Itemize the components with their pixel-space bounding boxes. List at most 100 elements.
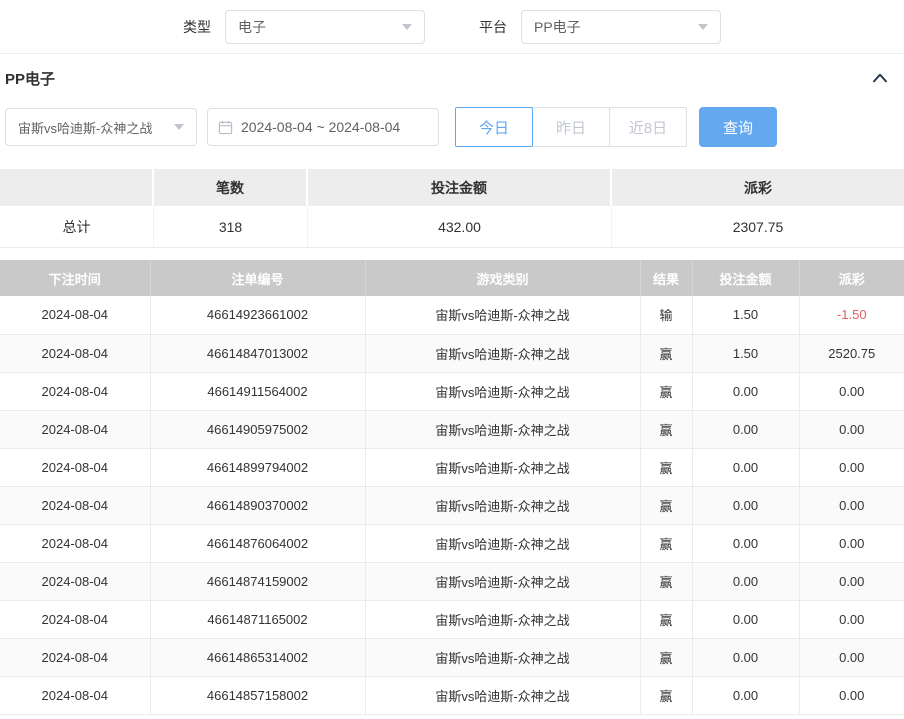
date-range-input[interactable]: 2024-08-04 ~ 2024-08-04 [207,108,439,146]
header-bet-amount: 投注金额 [692,260,799,296]
game-select[interactable]: 宙斯vs哈迪斯-众神之战 [5,108,197,146]
bet-amount-cell: 0.00 [692,448,799,486]
bet-time-cell: 2024-08-04 [0,410,150,448]
header-payout: 派彩 [799,260,904,296]
table-row: 2024-08-04 46614911564002 宙斯vs哈迪斯-众神之战 赢… [0,372,904,410]
order-id-cell: 46614876064002 [150,524,365,562]
bet-table-body: 2024-08-04 46614923661002 宙斯vs哈迪斯-众神之战 输… [0,296,904,714]
bet-amount-cell: 0.00 [692,372,799,410]
payout-cell: 0.00 [799,410,904,448]
summary-header-bet-amount: 投注金额 [308,169,612,206]
order-id-cell: 46614874159002 [150,562,365,600]
result-cell: 赢 [640,448,692,486]
result-cell: 赢 [640,410,692,448]
bet-amount-cell: 0.00 [692,524,799,562]
game-category-cell: 宙斯vs哈迪斯-众神之战 [365,524,640,562]
result-cell: 赢 [640,600,692,638]
payout-cell: 0.00 [799,600,904,638]
game-category-cell: 宙斯vs哈迪斯-众神之战 [365,334,640,372]
filter-row: 宙斯vs哈迪斯-众神之战 2024-08-04 ~ 2024-08-04 今日昨… [5,107,904,147]
chevron-down-icon [174,124,184,130]
game-category-cell: 宙斯vs哈迪斯-众神之战 [365,296,640,334]
bet-amount-cell: 0.00 [692,600,799,638]
bet-amount-cell: 0.00 [692,676,799,714]
result-cell: 输 [640,296,692,334]
order-id-cell: 46614923661002 [150,296,365,334]
table-row: 2024-08-04 46614874159002 宙斯vs哈迪斯-众神之战 赢… [0,562,904,600]
table-row: 2024-08-04 46614871165002 宙斯vs哈迪斯-众神之战 赢… [0,600,904,638]
table-row: 2024-08-04 46614899794002 宙斯vs哈迪斯-众神之战 赢… [0,448,904,486]
game-category-cell: 宙斯vs哈迪斯-众神之战 [365,676,640,714]
game-category-cell: 宙斯vs哈迪斯-众神之战 [365,562,640,600]
header-result: 结果 [640,260,692,296]
bet-time-cell: 2024-08-04 [0,676,150,714]
payout-cell: 0.00 [799,486,904,524]
header-order-id: 注单编号 [150,260,365,296]
bet-time-cell: 2024-08-04 [0,638,150,676]
bet-time-cell: 2024-08-04 [0,448,150,486]
summary-header-empty [0,169,154,206]
bet-amount-cell: 0.00 [692,638,799,676]
type-select[interactable]: 电子 [225,10,425,44]
payout-cell: -1.50 [799,296,904,334]
calendar-icon [218,120,233,135]
bet-amount-cell: 1.50 [692,334,799,372]
bet-time-cell: 2024-08-04 [0,562,150,600]
game-category-cell: 宙斯vs哈迪斯-众神之战 [365,486,640,524]
quick-date-button[interactable]: 近8日 [609,107,687,147]
bet-time-cell: 2024-08-04 [0,600,150,638]
bet-table-header: 下注时间 注单编号 游戏类别 结果 投注金额 派彩 [0,260,904,296]
bet-amount-cell: 0.00 [692,410,799,448]
type-filter-group: 类型 电子 [183,10,425,44]
bet-time-cell: 2024-08-04 [0,486,150,524]
order-id-cell: 46614865314002 [150,638,365,676]
bet-amount-cell: 0.00 [692,562,799,600]
payout-cell: 0.00 [799,638,904,676]
bet-time-cell: 2024-08-04 [0,296,150,334]
table-row: 2024-08-04 46614865314002 宙斯vs哈迪斯-众神之战 赢… [0,638,904,676]
result-cell: 赢 [640,676,692,714]
header-bet-time: 下注时间 [0,260,150,296]
result-cell: 赢 [640,638,692,676]
date-range-value: 2024-08-04 ~ 2024-08-04 [241,119,400,135]
summary-header-payout: 派彩 [612,169,904,206]
order-id-cell: 46614911564002 [150,372,365,410]
chevron-down-icon [698,24,708,30]
result-cell: 赢 [640,334,692,372]
bet-time-cell: 2024-08-04 [0,372,150,410]
quick-date-button[interactable]: 今日 [455,107,533,147]
platform-label: 平台 [479,17,507,37]
result-cell: 赢 [640,486,692,524]
bet-table: 下注时间 注单编号 游戏类别 结果 投注金额 派彩 2024-08-04 466… [0,260,904,715]
summary-payout-value: 2307.75 [612,206,904,248]
table-row: 2024-08-04 46614847013002 宙斯vs哈迪斯-众神之战 赢… [0,334,904,372]
payout-cell: 0.00 [799,524,904,562]
bet-time-cell: 2024-08-04 [0,524,150,562]
collapse-chevron-up-icon[interactable] [872,71,888,85]
quick-date-button[interactable]: 昨日 [532,107,610,147]
summary-total-label: 总计 [0,206,154,248]
game-category-cell: 宙斯vs哈迪斯-众神之战 [365,600,640,638]
result-cell: 赢 [640,524,692,562]
bet-amount-cell: 1.50 [692,296,799,334]
payout-cell: 0.00 [799,562,904,600]
order-id-cell: 46614899794002 [150,448,365,486]
table-row: 2024-08-04 46614857158002 宙斯vs哈迪斯-众神之战 赢… [0,676,904,714]
type-select-value: 电子 [238,17,266,37]
platform-select-value: PP电子 [534,17,581,37]
summary-total-row: 总计 318 432.00 2307.75 [0,206,904,248]
platform-select[interactable]: PP电子 [521,10,721,44]
quick-date-buttons: 今日昨日近8日 [455,107,687,147]
order-id-cell: 46614871165002 [150,600,365,638]
game-category-cell: 宙斯vs哈迪斯-众神之战 [365,410,640,448]
table-row: 2024-08-04 46614923661002 宙斯vs哈迪斯-众神之战 输… [0,296,904,334]
payout-cell: 0.00 [799,676,904,714]
game-category-cell: 宙斯vs哈迪斯-众神之战 [365,448,640,486]
summary-header-row: 笔数 投注金额 派彩 [0,169,904,206]
section-header: PP电子 [0,67,904,89]
query-button[interactable]: 查询 [699,107,777,147]
order-id-cell: 46614905975002 [150,410,365,448]
horizontal-divider [0,53,904,54]
summary-header-count: 笔数 [154,169,308,206]
game-category-cell: 宙斯vs哈迪斯-众神之战 [365,638,640,676]
